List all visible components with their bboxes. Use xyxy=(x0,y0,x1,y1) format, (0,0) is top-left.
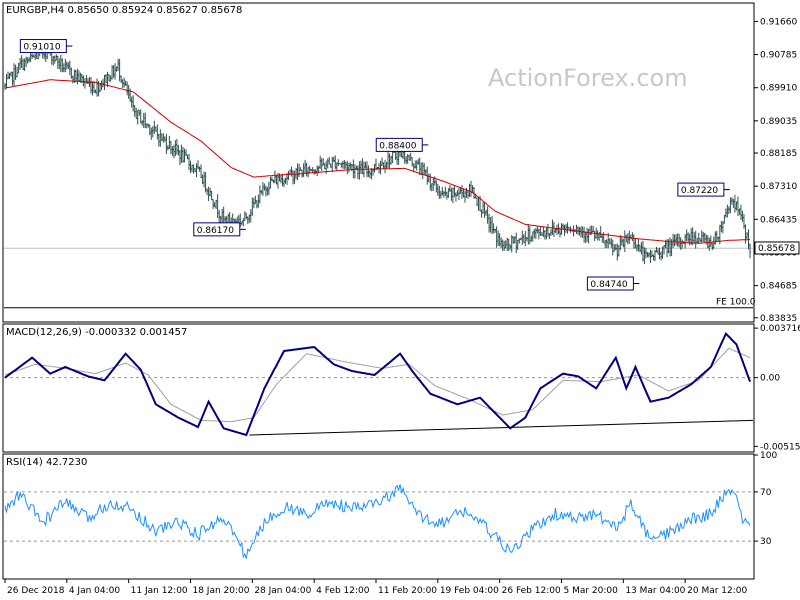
price-y-tick-label: 0.88185 xyxy=(760,149,797,159)
annotation-label: 0.86170 xyxy=(197,226,234,236)
x-tick-label: 26 Dec 2018 xyxy=(7,586,65,596)
annotation-label: 0.84740 xyxy=(590,280,627,290)
x-tick-label: 11 Jan 12:00 xyxy=(131,586,188,596)
price-y-tick-label: 0.86435 xyxy=(760,215,797,225)
fe-100-label: FE 100.0 xyxy=(716,298,756,308)
annotation-label: 0.87220 xyxy=(681,186,718,196)
price-y-tick-label: 0.91660 xyxy=(760,17,797,27)
rsi-y-tick-label: 70 xyxy=(760,488,772,498)
annotation-label: 0.91010 xyxy=(23,43,60,53)
x-tick-label: 26 Feb 12:00 xyxy=(502,586,561,596)
price-title: EURGBP,H4 0.85650 0.85924 0.85627 0.8567… xyxy=(6,5,242,16)
x-tick-label: 11 Feb 20:00 xyxy=(378,586,437,596)
price-y-tick-label: 0.84685 xyxy=(760,282,797,292)
macd-title: MACD(12,26,9) -0.000332 0.001457 xyxy=(6,327,187,338)
rsi-y-tick-label: 100 xyxy=(760,451,777,461)
x-tick-label: 5 Mar 20:00 xyxy=(563,586,618,596)
x-tick-label: 19 Feb 04:00 xyxy=(440,586,499,596)
x-tick-label: 28 Jan 04:00 xyxy=(254,586,311,596)
rsi-title: RSI(14) 42.7230 xyxy=(6,457,87,468)
price-y-tick-label: 0.89035 xyxy=(760,117,797,127)
current-price-label: 0.85678 xyxy=(758,244,795,254)
macd-y-tick-label: 0.00 xyxy=(760,374,780,384)
chart-canvas: ActionForex.com 0.91660 0.90785 0.89910 0.8… xyxy=(0,0,800,600)
x-tick-label: 4 Jan 04:00 xyxy=(69,586,121,596)
x-tick-label: 20 Mar 12:00 xyxy=(687,586,747,596)
x-tick-label: 18 Jan 20:00 xyxy=(192,586,249,596)
price-y-tick-label: 0.87310 xyxy=(760,182,797,192)
rsi-y-tick-label: 30 xyxy=(760,537,772,547)
price-y-tick-label: 0.83835 xyxy=(760,314,797,324)
annotation-label: 0.88400 xyxy=(379,141,416,151)
x-tick-label: 4 Feb 12:00 xyxy=(316,586,370,596)
price-y-tick-label: 0.90785 xyxy=(760,51,797,61)
watermark: ActionForex.com xyxy=(488,64,688,92)
x-tick-label: 13 Mar 04:00 xyxy=(625,586,685,596)
price-y-tick-label: 0.89910 xyxy=(760,84,797,94)
macd-y-tick-label: 0.003716 xyxy=(760,324,800,334)
